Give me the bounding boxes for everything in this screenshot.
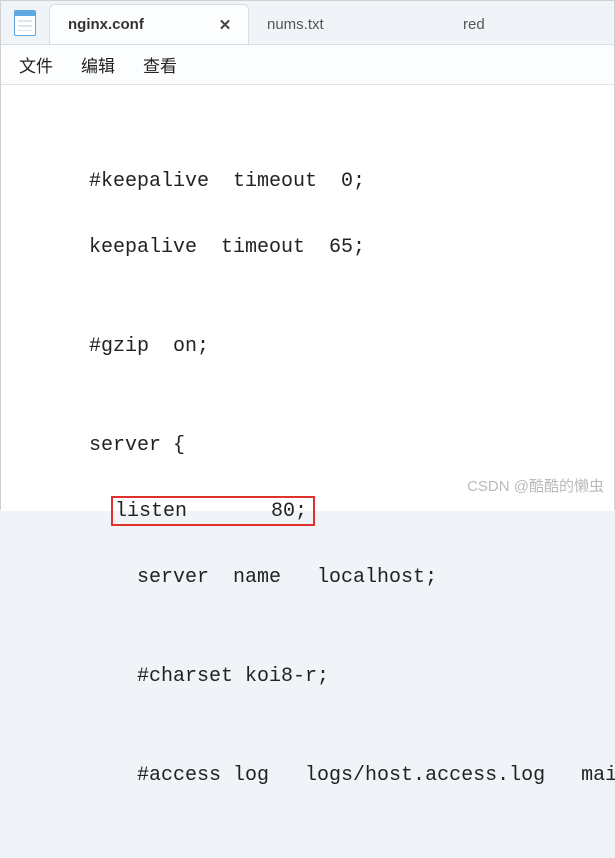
code-line: #charset koi8-r; [41, 660, 608, 693]
menu-bar: 文件 编辑 查看 [1, 45, 614, 85]
code-line: keepalive timeout 65; [41, 231, 608, 264]
tab-label: nums.txt [267, 16, 324, 33]
tab-strip: nginx.conf ✕ nums.txt red [49, 1, 614, 44]
app-icon [1, 1, 49, 44]
code-line: #access log logs/host.access.log main; [41, 759, 608, 792]
close-icon[interactable]: ✕ [216, 16, 234, 34]
title-bar: nginx.conf ✕ nums.txt red [1, 1, 614, 45]
tab-nginx-conf[interactable]: nginx.conf ✕ [49, 4, 249, 44]
tab-label: red [463, 16, 485, 33]
notepad-icon [14, 10, 36, 36]
tab-label: nginx.conf [68, 16, 144, 33]
menu-edit[interactable]: 编辑 [81, 52, 115, 77]
text-editor[interactable]: #keepalive timeout 0; keepalive timeout … [1, 85, 614, 511]
menu-view[interactable]: 查看 [143, 52, 177, 77]
code-line: server { [41, 429, 608, 462]
menu-file[interactable]: 文件 [19, 52, 53, 77]
code-line: #keepalive timeout 0; [41, 165, 608, 198]
tab-overflow[interactable]: red [449, 4, 491, 44]
code-line: #gzip on; [41, 330, 608, 363]
code-line: server name localhost; [41, 561, 608, 594]
tab-nums-txt[interactable]: nums.txt [249, 4, 449, 44]
highlight-listen: listen 80; [111, 496, 315, 526]
watermark: CSDN @酷酷的懒虫 [467, 470, 604, 503]
